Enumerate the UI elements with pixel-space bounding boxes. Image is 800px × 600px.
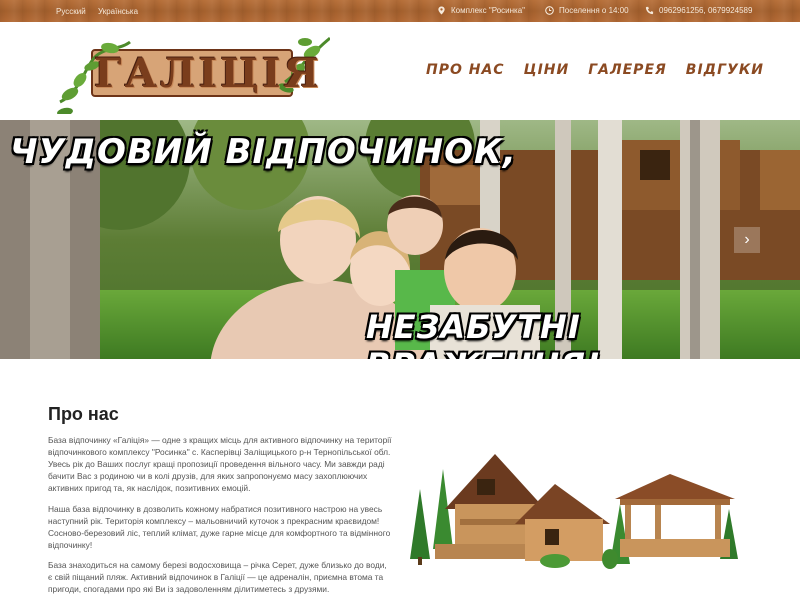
- chevron-right-icon: ›: [744, 231, 750, 248]
- phone-text[interactable]: 0962961256, 0679924589: [659, 6, 752, 15]
- phone-info: 0962961256, 0679924589: [645, 6, 752, 15]
- language-ukrainian-link[interactable]: Українська: [98, 7, 138, 16]
- nav-gallery[interactable]: ГАЛЕРЕЯ: [588, 62, 667, 78]
- nav-reviews[interactable]: ВІДГУКИ: [686, 62, 764, 78]
- site-header: ГАЛІЦІЯ ПРО НАС ЦІНИ ГАЛЕРЕЯ ВІДГУКИ: [0, 22, 800, 120]
- about-paragraph-3: База знаходиться на самому березі водосх…: [48, 560, 387, 594]
- about-paragraph-1: База відпочинку «Галіція» — одне з кращи…: [48, 435, 392, 493]
- about-title: Про нас: [48, 404, 119, 424]
- main-nav: ПРО НАС ЦІНИ ГАЛЕРЕЯ ВІДГУКИ: [426, 62, 783, 78]
- houses-illustration: [410, 454, 738, 569]
- location-text: Комплекс "Росинка": [451, 6, 525, 15]
- language-russian-link[interactable]: Русский: [56, 7, 86, 16]
- checkin-info: Поселення о 14:00: [545, 6, 629, 15]
- about-section: Про нас База відпочинку «Галіція» — одне…: [0, 359, 800, 600]
- hero-slider: ЧУДОВИЙ ВІДПОЧИНОК, НЕЗАБУТНІ ВРАЖЕННЯ! …: [0, 120, 800, 359]
- checkin-text: Поселення о 14:00: [559, 6, 629, 15]
- about-paragraph-2: Наша база відпочинку в дозволить кожному…: [48, 504, 391, 550]
- location-info: Комплекс "Росинка": [437, 6, 525, 15]
- hero-subline: НЕЗАБУТНІ ВРАЖЕННЯ!: [366, 308, 600, 359]
- map-pin-icon: [438, 6, 445, 15]
- nav-prices[interactable]: ЦІНИ: [524, 62, 570, 78]
- nav-about[interactable]: ПРО НАС: [426, 62, 505, 78]
- slider-next-button[interactable]: ›: [734, 227, 760, 253]
- clock-icon: [545, 6, 554, 15]
- logo-text: ГАЛІЦІЯ: [94, 50, 322, 97]
- site-logo[interactable]: ГАЛІЦІЯ: [50, 32, 332, 117]
- hero-headline: ЧУДОВИЙ ВІДПОЧИНОК,: [10, 132, 517, 172]
- top-bar: Русский Українська Комплекс "Росинка" По…: [0, 0, 800, 22]
- phone-icon: [645, 6, 654, 15]
